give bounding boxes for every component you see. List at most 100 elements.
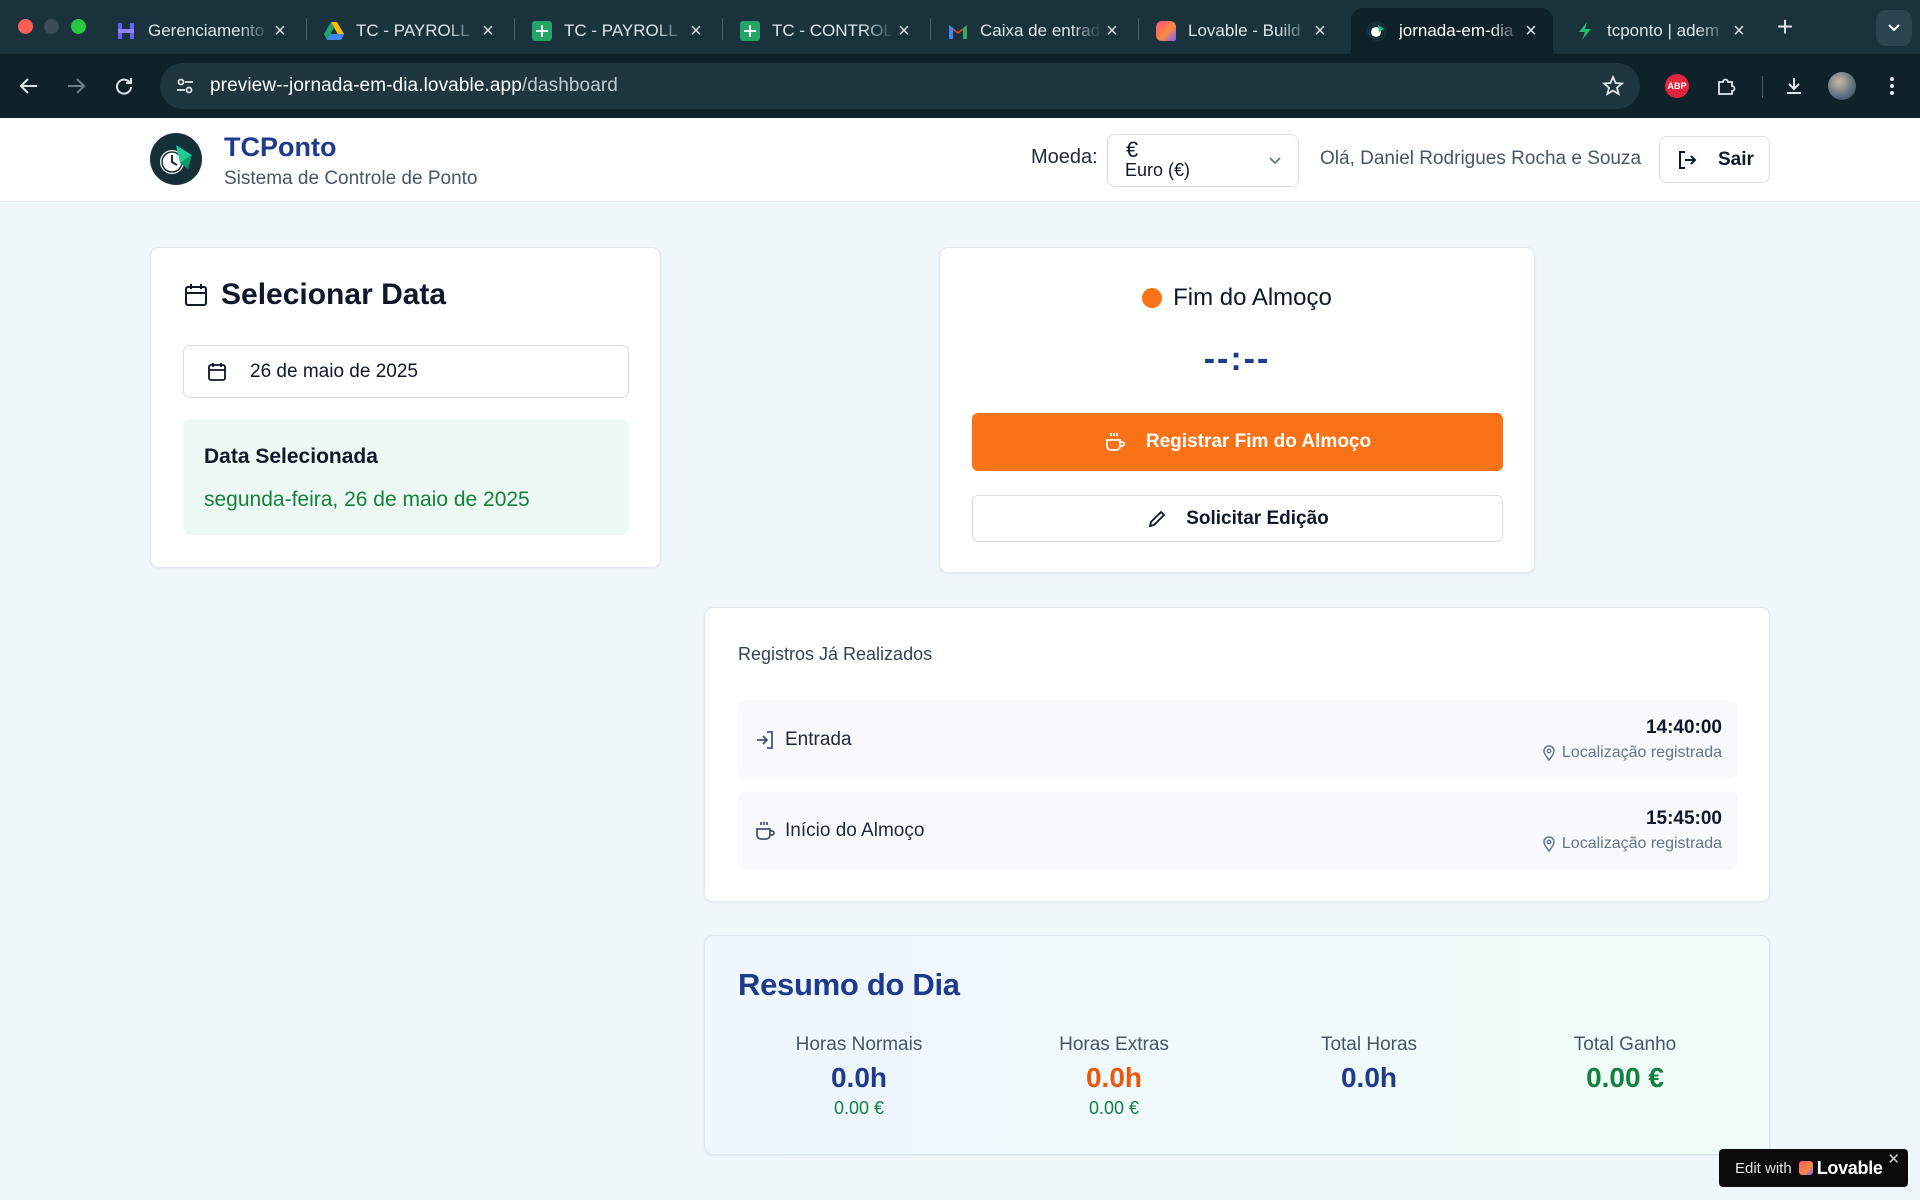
- tab-title: Gerenciamento: [148, 21, 265, 40]
- browser-tab[interactable]: Gerenciamento ×: [100, 8, 302, 54]
- bookmark-star-icon[interactable]: [1601, 74, 1625, 102]
- tab-separator: [514, 18, 515, 40]
- tab-close-icon[interactable]: ×: [1310, 20, 1330, 43]
- currency-select[interactable]: € Euro (€): [1107, 134, 1299, 187]
- stat-extra-hours: Horas Extras 0.0h 0.00 €: [989, 1034, 1239, 1119]
- chevron-down-icon: [1888, 24, 1900, 32]
- pencil-icon: [1148, 510, 1166, 527]
- stat-value: 0.0h: [830, 1062, 888, 1093]
- app-logo[interactable]: [150, 133, 202, 185]
- app-logo-icon: [1367, 21, 1387, 41]
- stat-normal-hours: Horas Normais 0.0h 0.00 €: [734, 1034, 984, 1119]
- badge-prefix: Edit with: [1735, 1159, 1792, 1177]
- logout-icon: [1679, 150, 1697, 169]
- back-button[interactable]: [13, 70, 45, 102]
- reload-button[interactable]: [108, 70, 140, 102]
- calendar-icon: [208, 362, 226, 381]
- records-card: Registros Já Realizados Entrada 14:40:00…: [704, 607, 1770, 902]
- tab-close-icon[interactable]: ×: [478, 20, 498, 43]
- tab-close-icon[interactable]: ×: [686, 20, 706, 43]
- lovable-logo-icon: [1798, 1161, 1813, 1175]
- record-time: 14:40:00: [1645, 717, 1722, 738]
- bolt-icon: [1575, 21, 1595, 41]
- register-lunch-end-button[interactable]: Registrar Fim do Almoço: [972, 413, 1503, 471]
- lovable-icon: [1156, 21, 1176, 41]
- tab-title: Caixa de entrada: [980, 21, 1102, 40]
- day-summary-card: Resumo do Dia Horas Normais 0.0h 0.00 € …: [704, 935, 1770, 1155]
- login-icon: [754, 729, 776, 756]
- browser-tab[interactable]: TC - PAYROLL ×: [516, 8, 718, 54]
- punch-status: Fim do Almoço: [940, 284, 1534, 312]
- browser-tab[interactable]: Caixa de entrada ×: [932, 8, 1134, 54]
- gmail-icon: [948, 21, 968, 41]
- logout-button[interactable]: Sair: [1659, 136, 1770, 183]
- google-drive-icon: [324, 21, 344, 41]
- coffee-icon: [754, 820, 776, 847]
- brand-title: TCPonto: [224, 132, 337, 162]
- url-path: /dashboard: [521, 75, 618, 96]
- request-edit-label: Solicitar Edição: [1186, 507, 1329, 529]
- google-sheets-icon: [532, 21, 552, 41]
- stat-value: 0.0h: [1085, 1062, 1143, 1093]
- record-label: Entrada: [785, 729, 852, 750]
- logout-label: Sair: [1718, 148, 1754, 170]
- window-zoom-button[interactable]: [71, 19, 86, 34]
- record-location: Localização registrada: [1542, 835, 1722, 853]
- tab-close-icon[interactable]: ×: [1521, 20, 1541, 43]
- new-tab-button[interactable]: +: [1770, 10, 1800, 44]
- stat-total-hours: Total Horas 0.0h: [1244, 1034, 1494, 1094]
- selected-date-panel: Data Selecionada segunda-feira, 26 de ma…: [183, 419, 629, 535]
- adblock-extension-icon[interactable]: ABP: [1663, 72, 1691, 100]
- downloads-icon[interactable]: [1780, 72, 1808, 100]
- badge-close-icon[interactable]: ✕: [1887, 1150, 1900, 1168]
- browser-tab[interactable]: tcponto | adem ×: [1559, 8, 1761, 54]
- browser-tab[interactable]: TC - CONTROL ×: [724, 8, 926, 54]
- chevron-down-icon: [1268, 153, 1282, 171]
- tab-title: Lovable - Build: [1188, 21, 1301, 40]
- forward-button[interactable]: [60, 70, 92, 102]
- tab-separator: [306, 18, 307, 40]
- browser-tab-active[interactable]: jornada-em-dia ×: [1351, 8, 1553, 54]
- records-title: Registros Já Realizados: [738, 644, 933, 664]
- tab-title: TC - CONTROL: [772, 21, 893, 40]
- tab-title: TC - PAYROLL: [356, 21, 470, 40]
- stat-sub-value: 0.00 €: [1088, 1098, 1140, 1118]
- request-edit-button[interactable]: Solicitar Edição: [972, 495, 1503, 542]
- stat-value: 0.0h: [1340, 1062, 1398, 1093]
- profile-avatar[interactable]: [1828, 72, 1856, 100]
- toolbar-divider: [1762, 76, 1763, 98]
- tab-title: TC - PAYROLL: [564, 21, 678, 40]
- record-location-text: Localização registrada: [1561, 835, 1722, 852]
- url-text: preview--jornada-em-dia.lovable.app/dash…: [210, 75, 618, 97]
- site-info-icon[interactable]: [170, 71, 200, 101]
- clock-logo-icon: [160, 145, 192, 174]
- extensions-puzzle-icon[interactable]: [1712, 72, 1740, 100]
- tab-search-button[interactable]: [1876, 10, 1912, 46]
- calendar-icon: [185, 284, 207, 306]
- stat-value: 0.00 €: [1586, 1062, 1664, 1093]
- record-location-text: Localização registrada: [1561, 744, 1722, 761]
- edit-with-lovable-badge[interactable]: Edit with Lovable ✕: [1719, 1149, 1908, 1187]
- browser-tab[interactable]: TC - PAYROLL ×: [308, 8, 510, 54]
- tab-close-icon[interactable]: ×: [270, 20, 290, 43]
- tab-title: tcponto | adem: [1607, 21, 1720, 40]
- arrow-right-icon: [68, 78, 86, 94]
- tab-close-icon[interactable]: ×: [1102, 20, 1122, 43]
- tab-close-icon[interactable]: ×: [1729, 20, 1749, 43]
- browser-menu-icon[interactable]: [1878, 72, 1906, 100]
- tab-close-icon[interactable]: ×: [894, 20, 914, 43]
- arrow-left-icon: [19, 78, 37, 94]
- date-picker-button[interactable]: 26 de maio de 2025: [183, 345, 629, 398]
- window-minimize-button[interactable]: [44, 19, 59, 34]
- record-time: 15:45:00: [1645, 808, 1722, 829]
- tab-separator: [930, 18, 931, 40]
- currency-label: Moeda:: [1031, 146, 1098, 168]
- google-sheets-icon: [740, 21, 760, 41]
- badge-brand: Lovable: [1816, 1157, 1883, 1178]
- window-close-button[interactable]: [18, 19, 33, 34]
- browser-tab[interactable]: Lovable - Build ×: [1140, 8, 1342, 54]
- selected-date-full: segunda-feira, 26 de maio de 2025: [204, 488, 530, 511]
- address-bar[interactable]: preview--jornada-em-dia.lovable.app/dash…: [160, 63, 1640, 109]
- date-card-heading: Selecionar Data: [183, 278, 446, 312]
- record-row: Início do Almoço 15:45:00 Localização re…: [738, 791, 1738, 870]
